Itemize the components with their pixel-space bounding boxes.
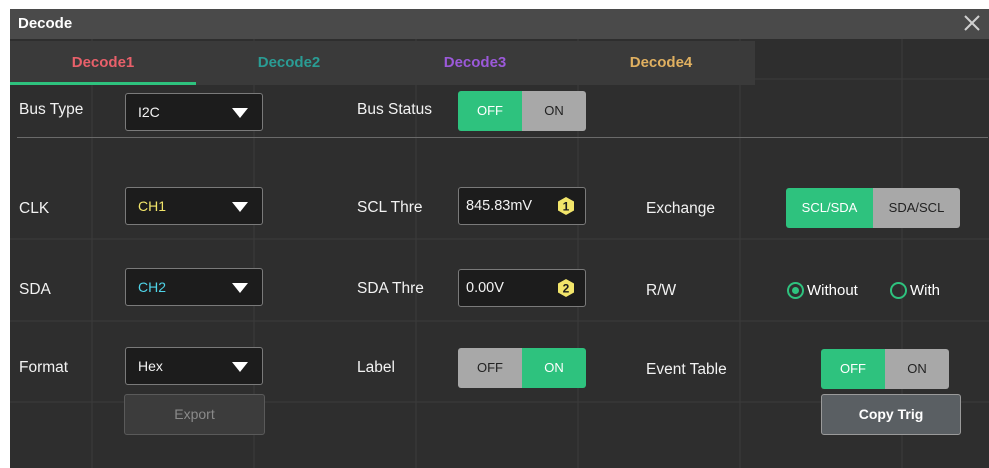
scl-thre-label: SCL Thre	[357, 199, 423, 216]
sda-value: CH2	[138, 279, 167, 295]
exchange-toggle[interactable]: SCL/SDA SDA/SCL	[786, 188, 960, 228]
export-button[interactable]: Export	[124, 394, 265, 435]
tab-decode4-label: Decode4	[629, 54, 693, 71]
label-toggle[interactable]: OFF ON	[458, 348, 586, 388]
section-divider	[17, 137, 988, 138]
bus-type-select[interactable]: I2C	[125, 93, 263, 131]
chevron-down-icon	[232, 108, 248, 118]
radio-unselected-icon	[890, 282, 907, 299]
tab-decode2-label: Decode2	[257, 54, 321, 71]
clk-label: CLK	[19, 200, 50, 217]
event-table-label: Event Table	[646, 361, 727, 378]
decode-dialog: Decode Decode1 Decode2 Decode3 Decode4 B…	[10, 9, 989, 468]
tab-decode1[interactable]: Decode1	[10, 41, 196, 85]
tab-decode3-label: Decode3	[443, 54, 507, 71]
bus-type-value: I2C	[138, 104, 160, 120]
event-table-on-option[interactable]: ON	[885, 349, 949, 389]
format-value: Hex	[138, 358, 163, 374]
sda-select[interactable]: CH2	[125, 268, 263, 306]
label-on-option[interactable]: ON	[522, 348, 586, 388]
close-icon[interactable]	[961, 12, 983, 34]
event-table-toggle[interactable]: OFF ON	[821, 349, 949, 389]
exchange-sda-scl-option[interactable]: SDA/SCL	[873, 188, 960, 228]
rw-with-label: With	[910, 282, 940, 299]
chevron-down-icon	[232, 362, 248, 372]
scl-threshold-input[interactable]: 845.83mV 1	[458, 187, 586, 225]
clk-value: CH1	[138, 198, 167, 214]
title-bar: Decode	[10, 9, 989, 39]
chevron-down-icon	[232, 283, 248, 293]
rw-without-radio[interactable]: Without	[787, 282, 858, 299]
bus-status-on-option[interactable]: ON	[522, 91, 586, 131]
exchange-label: Exchange	[646, 200, 715, 217]
label-toggle-label: Label	[357, 359, 395, 376]
sda-threshold-input[interactable]: 0.00V 2	[458, 269, 586, 307]
active-tab-indicator	[10, 82, 196, 85]
hexagon-2-icon: 2	[558, 279, 574, 297]
hexagon-1-icon: 1	[558, 197, 574, 215]
radio-selected-icon	[787, 282, 804, 299]
bus-status-label: Bus Status	[357, 101, 432, 118]
label-off-option[interactable]: OFF	[458, 348, 522, 388]
bus-status-off-option[interactable]: OFF	[458, 91, 522, 131]
tab-decode2[interactable]: Decode2	[196, 41, 382, 85]
chevron-down-icon	[232, 202, 248, 212]
event-table-off-option[interactable]: OFF	[821, 349, 885, 389]
sda-badge-number: 2	[563, 282, 570, 296]
scl-threshold-value: 845.83mV	[466, 198, 533, 214]
format-label: Format	[19, 359, 69, 376]
decode-tabs: Decode1 Decode2 Decode3 Decode4	[10, 41, 755, 85]
scl-badge-number: 1	[563, 200, 570, 214]
sda-label: SDA	[19, 281, 51, 298]
bus-type-label: Bus Type	[19, 101, 84, 118]
sda-threshold-value: 0.00V	[466, 280, 504, 296]
copy-trig-button[interactable]: Copy Trig	[821, 394, 961, 435]
sda-thre-label: SDA Thre	[357, 280, 424, 297]
tab-decode3[interactable]: Decode3	[382, 41, 568, 85]
rw-without-label: Without	[807, 282, 858, 299]
dialog-title: Decode	[18, 15, 73, 32]
tab-decode1-label: Decode1	[71, 54, 135, 71]
copy-trig-button-label: Copy Trig	[858, 406, 924, 422]
export-button-label: Export	[174, 406, 215, 422]
clk-select[interactable]: CH1	[125, 187, 263, 225]
exchange-scl-sda-option[interactable]: SCL/SDA	[786, 188, 873, 228]
rw-with-radio[interactable]: With	[890, 282, 940, 299]
tab-decode4[interactable]: Decode4	[568, 41, 754, 85]
bus-status-toggle[interactable]: OFF ON	[458, 91, 586, 131]
format-select[interactable]: Hex	[125, 347, 263, 385]
rw-label: R/W	[646, 282, 677, 299]
